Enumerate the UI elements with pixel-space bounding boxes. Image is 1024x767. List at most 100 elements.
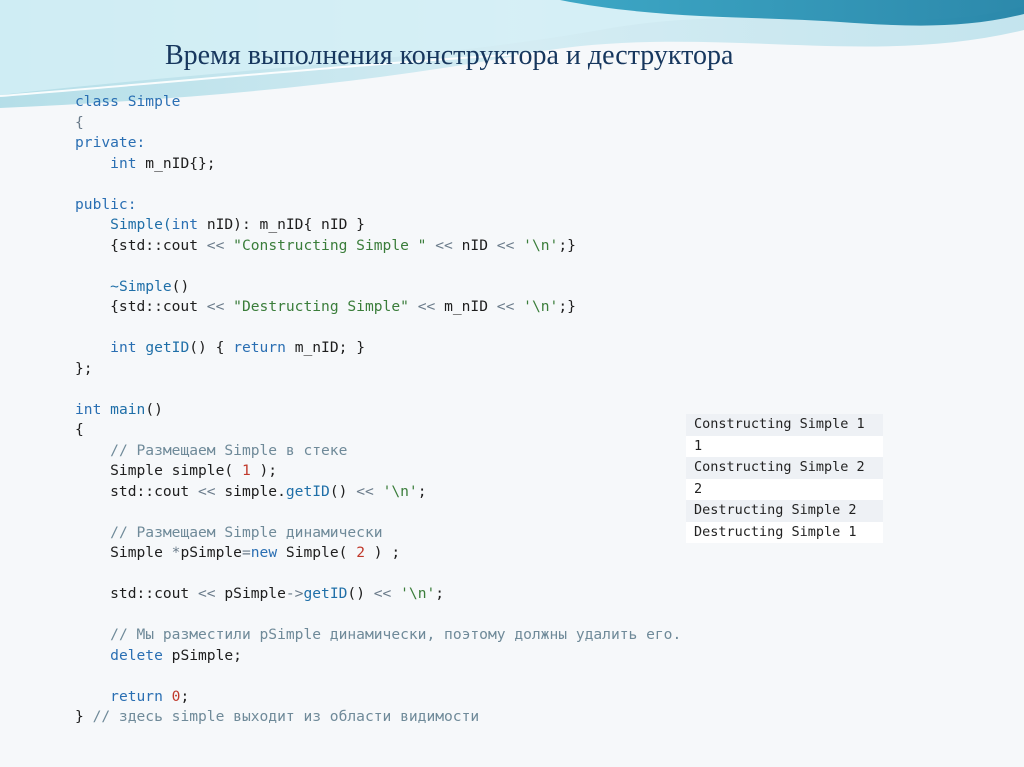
- code-token: (): [145, 400, 163, 418]
- code-token: getID: [303, 585, 348, 602]
- code-token: <<: [435, 236, 453, 254]
- code-line: {: [75, 421, 84, 438]
- code-token: 1: [241, 462, 251, 479]
- code-token: '\n': [400, 585, 436, 602]
- code-token: int: [110, 154, 137, 172]
- code-token: <<: [356, 482, 374, 500]
- console-output: Constructing Simple 1 1 Constructing Simpl…: [686, 414, 883, 543]
- code-token: int: [75, 400, 102, 418]
- code-token: // Размещаем Simple в стеке: [110, 441, 348, 459]
- code-line: return 0;: [75, 688, 189, 705]
- code-token: std::cout: [75, 585, 199, 602]
- code-token: '\n': [523, 298, 559, 315]
- code-token: private:: [75, 134, 146, 151]
- code-token: // Мы разместили pSimple динамически, по…: [110, 626, 682, 643]
- code-token: (): [347, 585, 374, 602]
- code-token: nID: [452, 236, 497, 254]
- code-line: // Мы разместили pSimple динамически, по…: [75, 626, 681, 643]
- code-token: <<: [198, 482, 216, 500]
- code-token: Simple(: [110, 216, 172, 233]
- code-token: getID: [145, 339, 190, 356]
- code-token: =: [241, 544, 251, 561]
- code-token: pSimple: [215, 585, 286, 602]
- code-line: // Размещаем Simple динамически: [75, 523, 383, 541]
- code-token: ;}: [558, 298, 576, 315]
- code-token: return: [233, 339, 286, 356]
- code-token: pSimple: [180, 544, 242, 561]
- code-token: <<: [206, 298, 225, 315]
- code-token: ;}: [558, 236, 576, 254]
- code-line: {: [75, 114, 84, 131]
- code-token: <<: [496, 298, 515, 315]
- code-token: (): [171, 277, 190, 295]
- console-line: Destructing Simple 2: [686, 500, 883, 522]
- console-line: 2: [686, 478, 883, 500]
- code-token: m_nID{};: [136, 154, 216, 172]
- code-token: main: [110, 400, 146, 418]
- console-line: Destructing Simple 1: [686, 521, 883, 543]
- code-token: }: [75, 708, 93, 725]
- code-token: {std::cout: [75, 236, 207, 254]
- code-line: ~Simple(): [75, 278, 189, 295]
- code-line: delete pSimple;: [75, 647, 242, 664]
- code-token: return: [110, 687, 163, 705]
- code-token: // Размещаем Simple динамически: [110, 523, 383, 541]
- code-token: Simple: [75, 544, 172, 561]
- code-token: (): [329, 482, 357, 500]
- code-token: nID): m_nID{ nID }: [198, 216, 365, 233]
- code-line: std::cout << pSimple->getID() << '\n';: [75, 585, 444, 602]
- code-token: public:: [75, 195, 137, 213]
- code-token: delete: [110, 646, 163, 664]
- code-token: m_nID; }: [285, 339, 365, 356]
- code-token: {: [75, 421, 84, 438]
- code-token: "Constructing Simple ": [233, 236, 427, 254]
- code-line: int m_nID{};: [75, 154, 216, 172]
- code-token: ;: [417, 482, 427, 500]
- code-token: 2: [356, 544, 365, 561]
- code-token: <<: [206, 236, 225, 254]
- code-token: std::cout: [75, 482, 199, 500]
- code-token: "Destructing Simple": [233, 298, 409, 315]
- code-line: // Размещаем Simple в стеке: [75, 442, 347, 459]
- console-line: Constructing Simple 1: [686, 414, 883, 436]
- code-token: () {: [189, 339, 234, 356]
- code-line: Simple *pSimple=new Simple( 2 ) ;: [75, 544, 400, 561]
- code-token: '\n': [523, 236, 559, 254]
- code-token: getID: [285, 482, 330, 500]
- console-line: Constructing Simple 2: [686, 457, 883, 479]
- code-token: <<: [198, 585, 216, 602]
- code-line: class Simple: [75, 93, 180, 110]
- code-token: ;: [435, 585, 445, 602]
- code-token: simple.: [215, 482, 286, 500]
- code-line: } // здесь simple выходит из области вид…: [75, 708, 479, 725]
- slide-title: Время выполнения конструктора и деструкт…: [165, 40, 734, 71]
- code-line: std::cout << simple.getID() << '\n';: [75, 482, 427, 500]
- code-token: <<: [373, 585, 392, 602]
- console-line: 1: [686, 435, 883, 457]
- code-token: new: [250, 544, 278, 561]
- code-token: );: [250, 462, 278, 479]
- code-token: int: [171, 216, 199, 233]
- code-token: // здесь simple выходит из области видим…: [92, 708, 480, 725]
- code-line: private:: [75, 134, 145, 151]
- code-token: <<: [417, 298, 436, 315]
- code-token: ) ;: [365, 544, 401, 561]
- code-token: };: [75, 359, 93, 377]
- slide: Время выполнения конструктора и деструкт…: [0, 0, 1024, 767]
- code-line: };: [75, 360, 93, 377]
